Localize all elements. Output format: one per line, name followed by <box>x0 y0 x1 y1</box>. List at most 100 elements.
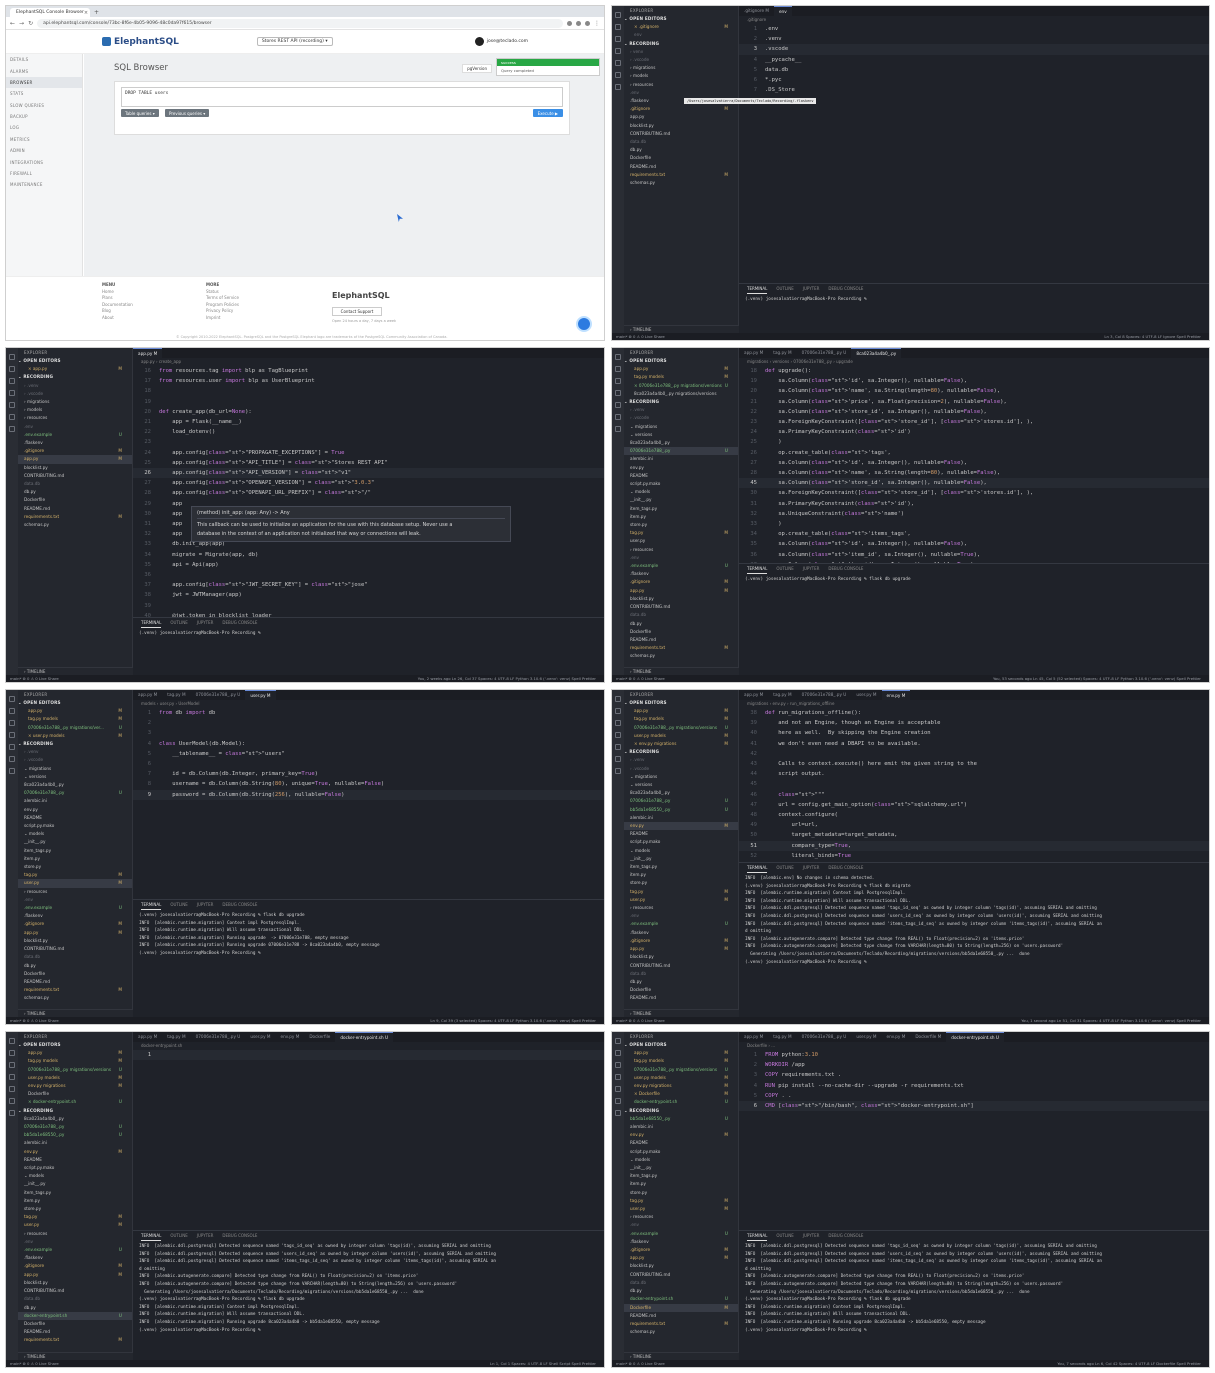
panel-tab-debug-console[interactable]: DEBUG CONSOLE <box>222 1231 257 1241</box>
extensions-icon[interactable] <box>615 744 621 750</box>
editor-tab[interactable]: tag.py M <box>162 1032 190 1042</box>
editor-tab[interactable]: Dockerfile <box>304 1032 335 1042</box>
editor-tab[interactable]: 8ca023a4a4b0_.py <box>851 348 902 358</box>
file-tree-item[interactable]: blocklist.py <box>18 1279 132 1287</box>
file-tree-item[interactable]: ⌄ versions <box>624 431 738 439</box>
remote-icon[interactable] <box>9 414 15 420</box>
sidebar-item-slow-queries[interactable]: SLOW QUERIES <box>6 100 82 111</box>
panel-tab-terminal[interactable]: TERMINAL <box>747 284 768 294</box>
remote-icon[interactable] <box>615 1098 621 1104</box>
file-tree-item[interactable]: › .venv <box>624 406 738 414</box>
remote-icon[interactable] <box>615 72 621 78</box>
explorer-icon[interactable] <box>615 1038 621 1044</box>
file-tree-item[interactable]: app.py M <box>624 587 738 595</box>
file-tree-item[interactable]: .env.example U <box>624 562 738 570</box>
file-tree-item[interactable]: CONTRIBUTING.md <box>18 472 132 480</box>
file-tree-item[interactable]: .flaskenv <box>18 439 132 447</box>
explorer-icon[interactable] <box>9 696 15 702</box>
open-editor-item[interactable]: 07006e31e788_.py migrations/versions U <box>18 1066 132 1074</box>
editor-tab[interactable]: tag.py M <box>768 1032 796 1042</box>
file-tree-item[interactable]: db.py <box>18 488 132 496</box>
editor-tab[interactable]: Dockerfile M <box>910 1032 946 1042</box>
file-tree-item[interactable]: › resources <box>18 1230 132 1238</box>
file-tree-item[interactable]: user.py M <box>18 879 132 888</box>
file-tree-item[interactable]: env.py <box>18 806 132 814</box>
file-tree-item[interactable]: user.py M <box>18 1221 132 1229</box>
file-tree-item[interactable]: .flaskenv <box>18 912 132 920</box>
run-debug-icon[interactable] <box>9 1074 15 1080</box>
run-debug-icon[interactable] <box>9 390 15 396</box>
file-tree-item[interactable]: store.py <box>624 521 738 529</box>
file-tree-item[interactable]: README.md <box>624 636 738 644</box>
file-tree-item[interactable]: schemas.py <box>18 521 132 529</box>
file-tree-item[interactable]: blocklist.py <box>18 464 132 472</box>
explorer-icon[interactable] <box>615 354 621 360</box>
file-tree-item[interactable]: tag.py M <box>18 871 132 879</box>
file-tree-item[interactable]: ⌄ models <box>18 1172 132 1180</box>
file-tree-item[interactable]: Dockerfile <box>624 986 738 994</box>
file-tree-item[interactable]: bb5da1e68550_.py U <box>624 1115 738 1123</box>
file-tree-item[interactable]: db.py <box>18 962 132 970</box>
file-tree-item[interactable]: requirements.txt M <box>624 1320 738 1328</box>
file-tree-item[interactable]: CONTRIBUTING.md <box>624 1271 738 1279</box>
extensions-icon[interactable] <box>615 402 621 408</box>
open-editor-item[interactable]: env.py migrations M <box>18 1082 132 1090</box>
extensions-icon[interactable] <box>615 60 621 66</box>
sidebar-item-firewall[interactable]: FIREWALL <box>6 168 82 179</box>
project-header[interactable]: ⌄ RECORDING <box>624 748 738 756</box>
file-tree-item[interactable]: › models <box>18 406 132 414</box>
sidebar-item-log[interactable]: LOG <box>6 122 82 133</box>
file-tree-item[interactable]: env.py M <box>18 1148 132 1156</box>
file-tree-item[interactable]: .gitignore M <box>18 447 132 455</box>
file-tree-item[interactable]: README <box>18 814 132 822</box>
file-tree-item[interactable]: data.db <box>624 138 738 146</box>
file-tree-item[interactable]: script.py.mako <box>624 838 738 846</box>
footer-link[interactable]: Terms of Service <box>206 295 239 302</box>
code-editor[interactable]: 1 FROM python:3.10 2 WORKDIR /app 3 COPY requ… <box>739 1050 1209 1230</box>
status-left[interactable]: main* ⊗ 0 ⚠ 0 Live Share <box>10 1361 59 1366</box>
file-tree-item[interactable]: alembic.ini <box>18 1139 132 1147</box>
editor-tab[interactable]: docker-entrypoint.sh U <box>335 1032 394 1042</box>
open-editor-item[interactable]: user.py models M <box>18 1074 132 1082</box>
file-tree-item[interactable]: › .venv <box>18 382 132 390</box>
status-right[interactable]: You, 7 seconds ago Ln 6, Col 42 Spaces: … <box>1057 1360 1201 1367</box>
file-tree-item[interactable]: › resources <box>624 904 738 912</box>
status-right[interactable]: You, 2 weeks ago Ln 26, Col 37 Spaces: 4… <box>418 675 596 682</box>
file-tree-item[interactable]: README <box>18 1156 132 1164</box>
testing-icon[interactable] <box>9 426 15 432</box>
status-right[interactable]: Ln 9, Col 39 (3 selected) Spaces: 4 UTF-… <box>430 1017 596 1024</box>
file-tree-item[interactable]: item_tags.py <box>624 863 738 871</box>
code-editor[interactable]: 1 from db import db 2 3 4 class UserModel(db.… <box>133 708 604 899</box>
file-tree-item[interactable]: CONTRIBUTING.md <box>18 1287 132 1295</box>
file-tree-item[interactable]: README.md <box>624 1312 738 1320</box>
file-tree-item[interactable]: data.db <box>624 970 738 978</box>
status-right[interactable]: Ln 3, Col 8 Spaces: 4 UTF-8 LF Ignore Sp… <box>1104 333 1201 340</box>
open-editor-item[interactable]: 07006e31e788_.py migrations/ver... U <box>18 724 132 732</box>
file-tree-item[interactable]: script.py.mako <box>624 1148 738 1156</box>
file-tree-item[interactable]: .flaskenv <box>624 1238 738 1246</box>
file-tree-item[interactable]: db.py <box>624 978 738 986</box>
open-editor-item[interactable]: × user.py models M <box>18 732 132 740</box>
file-tree-item[interactable]: CONTRIBUTING.md <box>18 945 132 953</box>
instance-select[interactable]: Stores REST API (recording) ▾ <box>256 37 333 46</box>
panel-tab-jupyter[interactable]: JUPYTER <box>197 618 214 628</box>
file-tree-item[interactable]: README.md <box>18 505 132 513</box>
panel-tab-debug-console[interactable]: DEBUG CONSOLE <box>222 618 257 628</box>
source-control-icon[interactable] <box>615 378 621 384</box>
file-tree-item[interactable]: data.db <box>624 1279 738 1287</box>
file-tree-item[interactable]: schemas.py <box>18 994 132 1002</box>
testing-icon[interactable] <box>615 1110 621 1116</box>
file-tree-item[interactable]: blocklist.py <box>624 122 738 130</box>
file-tree-item[interactable]: app.py M <box>624 1254 738 1262</box>
chat-icon[interactable] <box>576 316 592 332</box>
panel-tab-outline[interactable]: OUTLINE <box>776 1231 793 1241</box>
file-tree-item[interactable]: data.db <box>18 1295 132 1303</box>
panel-tab-debug-console[interactable]: DEBUG CONSOLE <box>828 564 863 574</box>
reload-icon[interactable]: ↻ <box>28 20 33 27</box>
file-tree-item[interactable]: › resources <box>18 414 132 422</box>
panel-tab-debug-console[interactable]: DEBUG CONSOLE <box>828 1231 863 1241</box>
file-tree-item[interactable]: item_tags.py <box>18 1189 132 1197</box>
file-tree-item[interactable]: › venv <box>624 48 738 56</box>
source-control-icon[interactable] <box>615 1062 621 1068</box>
source-control-icon[interactable] <box>615 720 621 726</box>
